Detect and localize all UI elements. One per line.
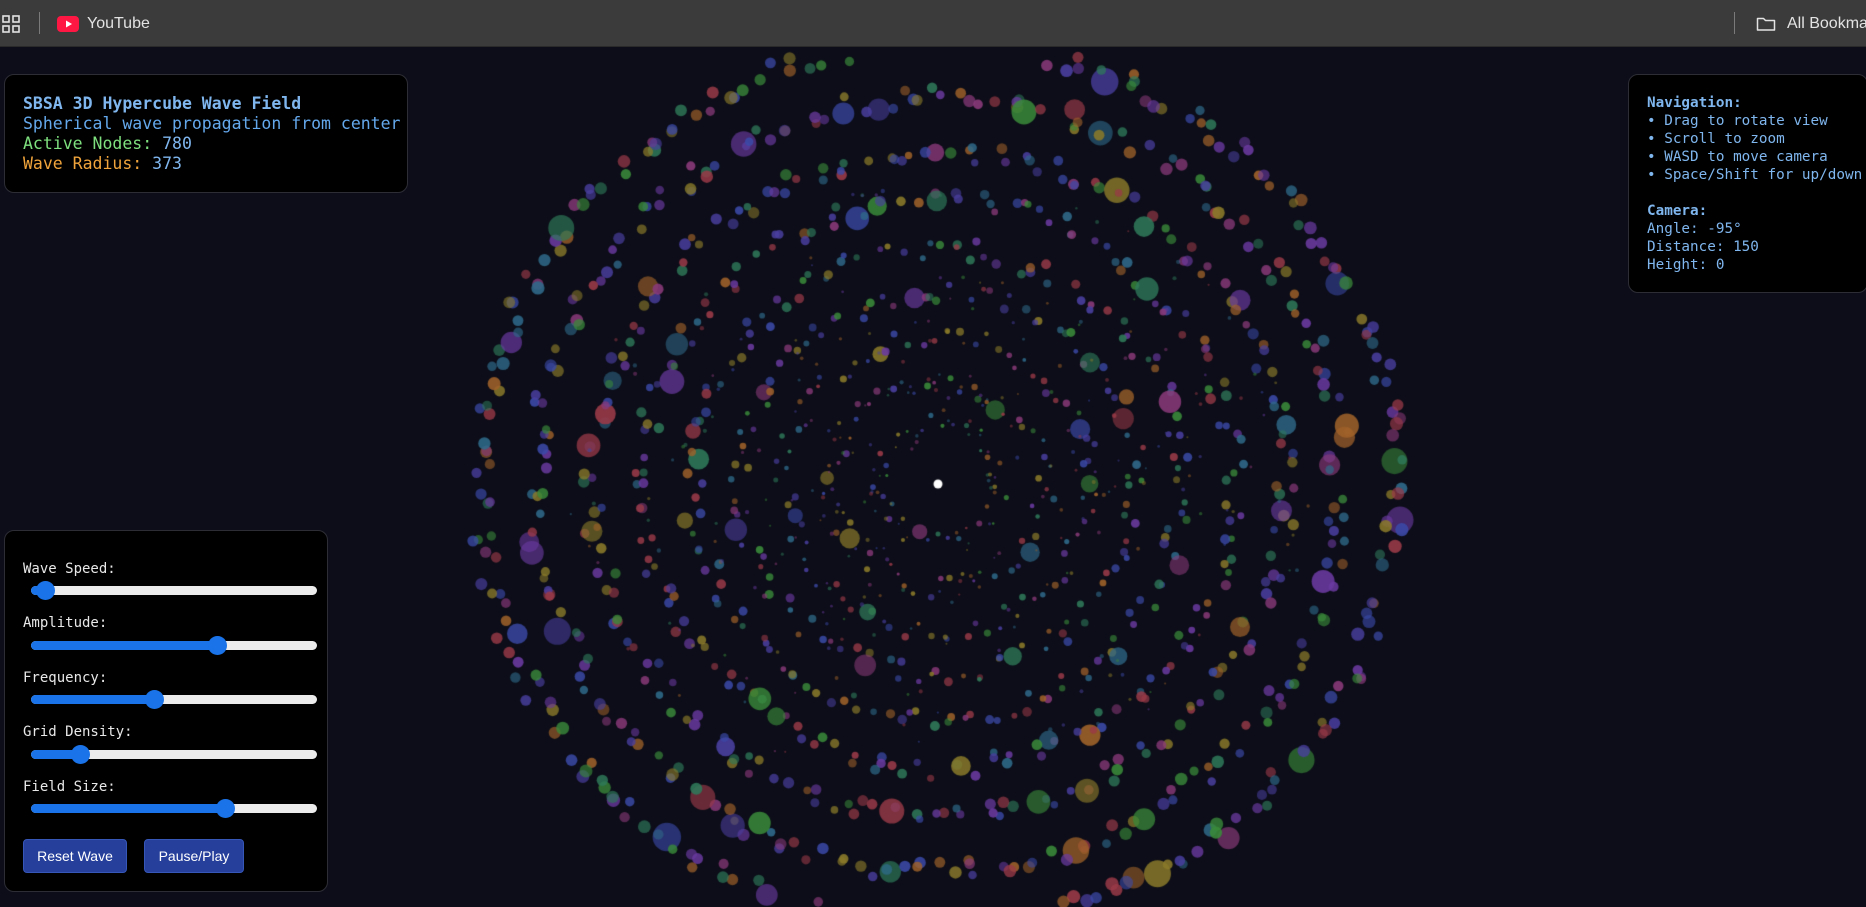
page-title: SBSA 3D Hypercube Wave Field xyxy=(23,94,302,113)
field-size-label: Field Size: xyxy=(23,779,116,795)
camera-distance: Distance: 150 xyxy=(1647,239,1759,255)
field-size-slider[interactable] xyxy=(31,799,317,818)
apps-grid-icon[interactable] xyxy=(2,15,20,33)
wave-radius-value: 373 xyxy=(152,154,182,173)
navigation-heading: Navigation: xyxy=(1647,95,1742,111)
frequency-label: Frequency: xyxy=(23,670,108,686)
nav-instruction: • Drag to rotate view xyxy=(1647,113,1828,129)
active-nodes-row: Active Nodes: 780 xyxy=(23,134,407,154)
camera-heading: Camera: xyxy=(1647,203,1708,219)
amplitude-label: Amplitude: xyxy=(23,615,108,631)
slider-thumb[interactable] xyxy=(70,745,90,764)
bookmarks-divider xyxy=(39,12,40,34)
wave-speed-slider[interactable] xyxy=(31,581,317,600)
amplitude-slider[interactable] xyxy=(31,636,317,655)
nav-instruction: • Scroll to zoom xyxy=(1647,131,1785,147)
slider-fill xyxy=(31,804,226,813)
slider-thumb[interactable] xyxy=(144,690,164,709)
controls-panel: Wave Speed: Amplitude: Frequency: Grid D… xyxy=(4,530,328,892)
slider-thumb[interactable] xyxy=(36,581,56,600)
folder-icon xyxy=(1756,17,1776,31)
frequency-slider[interactable] xyxy=(31,690,317,709)
nav-instruction: • Space/Shift for up/down xyxy=(1647,167,1863,183)
bookmark-youtube[interactable]: YouTube xyxy=(57,13,150,35)
info-panel: SBSA 3D Hypercube Wave Field Spherical w… xyxy=(4,74,408,193)
bookmarks-divider-right xyxy=(1734,12,1735,34)
wave-radius-label: Wave Radius: xyxy=(23,154,143,173)
wave-radius-row: Wave Radius: 373 xyxy=(23,154,407,174)
active-nodes-label: Active Nodes: xyxy=(23,134,153,153)
camera-height: Height: 0 xyxy=(1647,257,1725,273)
bookmarks-bar: YouTube All Bookmar xyxy=(0,0,1866,47)
all-bookmarks-label: All Bookmar xyxy=(1787,15,1866,32)
reset-wave-button[interactable]: Reset Wave xyxy=(23,839,127,873)
active-nodes-value: 780 xyxy=(162,134,192,153)
page-subtitle: Spherical wave propagation from center xyxy=(23,114,401,133)
grid-density-label: Grid Density: xyxy=(23,724,133,740)
slider-thumb[interactable] xyxy=(216,799,236,818)
bookmark-youtube-label: YouTube xyxy=(87,15,150,32)
slider-fill xyxy=(31,695,154,704)
nav-instruction: • WASD to move camera xyxy=(1647,149,1828,165)
youtube-icon xyxy=(57,16,79,32)
camera-angle: Angle: -95° xyxy=(1647,221,1742,237)
navigation-panel: Navigation: • Drag to rotate view • Scro… xyxy=(1628,74,1866,293)
slider-fill xyxy=(31,641,217,650)
wave-speed-label: Wave Speed: xyxy=(23,561,116,577)
slider-thumb[interactable] xyxy=(207,636,227,655)
pause-play-button[interactable]: Pause/Play xyxy=(144,839,244,873)
all-bookmarks-button[interactable]: All Bookmar xyxy=(1756,13,1866,35)
grid-density-slider[interactable] xyxy=(31,745,317,764)
